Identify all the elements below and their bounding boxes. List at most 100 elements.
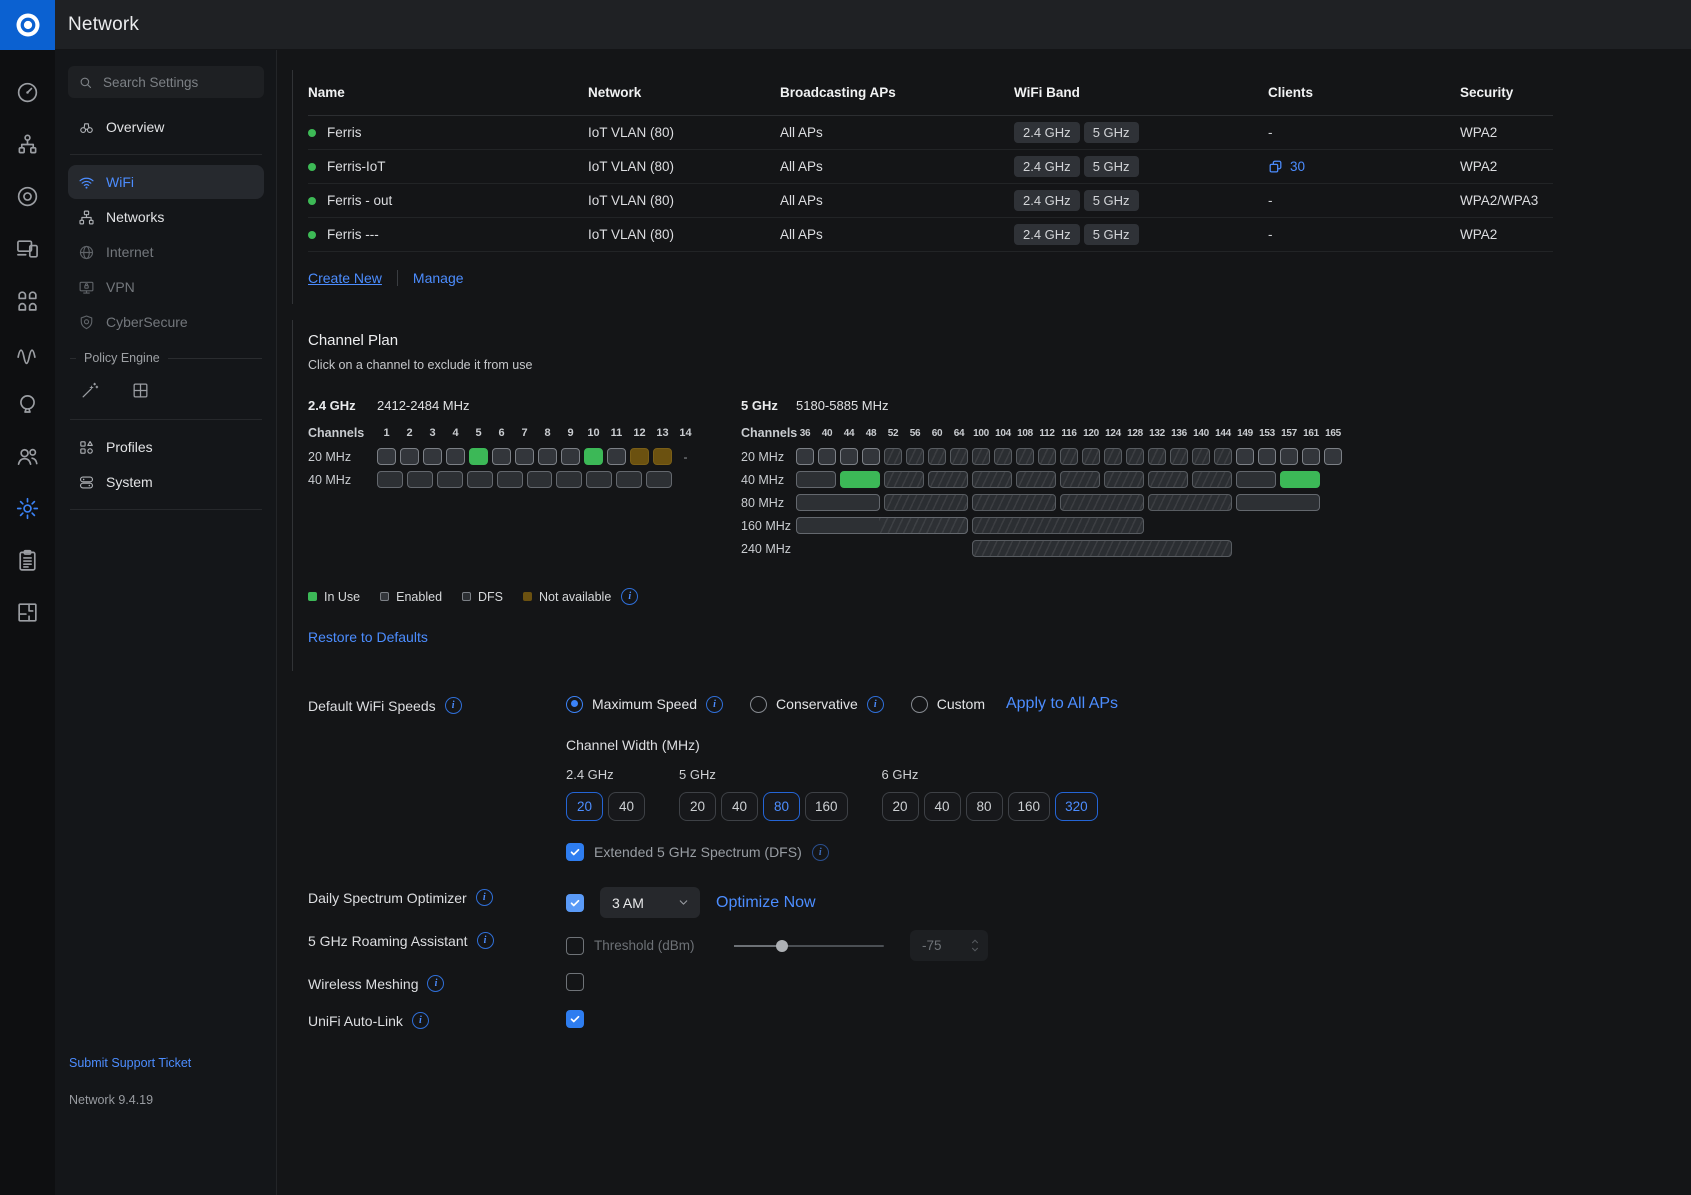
channel-cell-dfs[interactable] [884, 494, 968, 511]
channel-cell-dfs[interactable] [1126, 448, 1144, 465]
rail-item-insights[interactable] [0, 326, 55, 378]
channel-cell-dfs[interactable] [1016, 448, 1034, 465]
manage-link[interactable]: Manage [413, 270, 464, 286]
channel-cell-inuse[interactable] [469, 448, 488, 465]
roaming-threshold-checkbox[interactable] [566, 937, 584, 955]
info-icon[interactable]: i [621, 588, 638, 605]
channel-cell-na[interactable] [630, 448, 649, 465]
info-icon[interactable]: i [412, 1012, 429, 1029]
table-row[interactable]: Ferris-IoTIoT VLAN (80)All APs2.4 GHz5 G… [308, 150, 1553, 184]
sidebar-item-networks[interactable]: Networks [68, 200, 264, 234]
channel-cell-enabled[interactable] [1236, 494, 1320, 511]
optimize-now-link[interactable]: Optimize Now [716, 894, 816, 912]
sidebar-item-vpn[interactable]: VPN [68, 270, 264, 304]
channel-cell-enabled[interactable] [1302, 448, 1320, 465]
radio-button[interactable] [911, 696, 928, 713]
submit-support-ticket-link[interactable]: Submit Support Ticket [69, 1056, 191, 1070]
channel-cell-enabled[interactable] [586, 471, 612, 488]
channel-cell-dfs[interactable] [972, 517, 1144, 534]
channel-cell-dfs[interactable] [1192, 471, 1232, 488]
table-row[interactable]: Ferris - outIoT VLAN (80)All APs2.4 GHz5… [308, 184, 1553, 218]
channel-cell-enabled[interactable] [561, 448, 580, 465]
rail-item-devices[interactable] [0, 222, 55, 274]
channel-cell-enabled[interactable] [446, 448, 465, 465]
channel-cell-enabled[interactable] [556, 471, 582, 488]
channel-cell-dfs[interactable] [906, 448, 924, 465]
radio-option-maximum-speed[interactable]: Maximum Speedi [566, 696, 723, 713]
channel-cell-dfs[interactable] [1148, 448, 1166, 465]
rail-item-record[interactable] [0, 170, 55, 222]
channel-cell-dfs[interactable] [1060, 471, 1100, 488]
channel-cell-enabled[interactable] [818, 448, 836, 465]
search-settings-box[interactable] [68, 66, 264, 98]
channel-cell-dfs[interactable] [972, 471, 1012, 488]
channel-cell-enabled[interactable] [492, 448, 511, 465]
rail-item-dashboard[interactable] [0, 66, 55, 118]
channel-cell-enabled[interactable] [423, 448, 442, 465]
channel-cell-enabled[interactable] [527, 471, 553, 488]
channel-cell-dfs[interactable] [972, 540, 1232, 557]
channel-cell-dfs[interactable] [972, 448, 990, 465]
channel-cell-dfs[interactable] [972, 494, 1056, 511]
channel-cell-dfs[interactable] [884, 448, 902, 465]
sidebar-item-system[interactable]: System [68, 465, 264, 499]
policy-engine-wand-button[interactable] [80, 381, 99, 405]
sidebar-item-profiles[interactable]: Profiles [68, 430, 264, 464]
optimizer-time-select[interactable]: 3 AM [600, 887, 700, 918]
width-button-80[interactable]: 80 [966, 792, 1003, 821]
channel-cell-enabled[interactable] [437, 471, 463, 488]
threshold-slider[interactable] [734, 939, 884, 953]
channel-cell-enabled[interactable] [377, 471, 403, 488]
restore-defaults-link[interactable]: Restore to Defaults [308, 629, 1553, 645]
channel-cell-enabled[interactable] [1236, 448, 1254, 465]
channel-cell-enabled[interactable] [407, 471, 433, 488]
number-stepper[interactable] [970, 938, 980, 953]
info-icon[interactable]: i [427, 975, 444, 992]
info-icon[interactable]: i [706, 696, 723, 713]
channel-cell-enabled[interactable] [862, 448, 880, 465]
channel-cell-na[interactable] [653, 448, 672, 465]
channel-cell-enabled[interactable] [467, 471, 493, 488]
channel-cell-enabled[interactable] [646, 471, 672, 488]
extended-dfs-checkbox[interactable] [566, 843, 584, 861]
channel-cell-dfs[interactable] [928, 448, 946, 465]
channel-cell-dfs[interactable] [1038, 448, 1056, 465]
sidebar-item-overview[interactable]: Overview [68, 110, 264, 144]
channel-cell-dfs[interactable] [1214, 448, 1232, 465]
apply-to-all-aps-link[interactable]: Apply to All APs [1006, 695, 1118, 713]
rail-item-radio[interactable] [0, 378, 55, 430]
channel-cell-enabled[interactable] [796, 448, 814, 465]
slider-thumb[interactable] [776, 940, 788, 952]
radio-option-custom[interactable]: Custom [911, 696, 985, 713]
wireless-meshing-checkbox[interactable] [566, 973, 584, 991]
info-icon[interactable]: i [812, 844, 829, 861]
channel-cell-dfs[interactable] [1148, 494, 1232, 511]
radio-button[interactable] [566, 696, 583, 713]
rail-item-users[interactable] [0, 430, 55, 482]
unifi-autolink-checkbox[interactable] [566, 1010, 584, 1028]
rail-item-apps[interactable] [0, 274, 55, 326]
channel-cell-enabled[interactable] [1280, 448, 1298, 465]
width-button-20[interactable]: 20 [882, 792, 919, 821]
width-button-40[interactable]: 40 [924, 792, 961, 821]
channel-cell-inuse[interactable] [1280, 471, 1320, 488]
width-button-80[interactable]: 80 [763, 792, 800, 821]
radio-button[interactable] [750, 696, 767, 713]
width-button-160[interactable]: 160 [805, 792, 848, 821]
rail-item-floorplan[interactable] [0, 586, 55, 638]
info-icon[interactable]: i [867, 696, 884, 713]
table-row[interactable]: FerrisIoT VLAN (80)All APs2.4 GHz5 GHz-W… [308, 116, 1553, 150]
width-button-20[interactable]: 20 [566, 792, 603, 821]
channel-cell-dfs[interactable] [1016, 471, 1056, 488]
channel-cell-dfs[interactable] [1060, 448, 1078, 465]
optimizer-checkbox[interactable] [566, 894, 584, 912]
channel-cell-dfs[interactable] [950, 448, 968, 465]
channel-cell-enabled[interactable] [515, 448, 534, 465]
rail-item-gear[interactable] [0, 482, 55, 534]
sidebar-item-wifi[interactable]: WiFi [68, 165, 264, 199]
sidebar-item-internet[interactable]: Internet [68, 235, 264, 269]
channel-cell-enabled[interactable] [616, 471, 642, 488]
channel-cell-enabled[interactable] [497, 471, 523, 488]
rail-item-logs[interactable] [0, 534, 55, 586]
channel-cell-enabled[interactable] [1258, 448, 1276, 465]
